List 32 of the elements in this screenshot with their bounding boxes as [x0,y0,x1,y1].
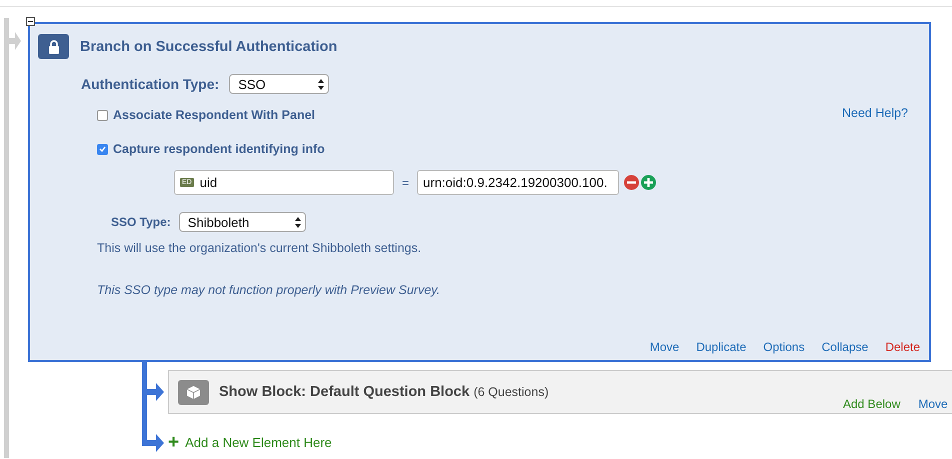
card-action-link[interactable]: Collapse [822,340,868,354]
card-action-link[interactable]: Duplicate [696,340,746,354]
remove-icon[interactable] [624,175,640,190]
sso-warning: This SSO type may not function properly with Preview Survey. [97,283,440,297]
field-name: uid [200,175,218,190]
sso-type-label: SSO Type: [111,215,171,229]
add-icon[interactable] [641,175,656,190]
card-action-link[interactable]: Delete [885,340,920,354]
add-element-link[interactable]: + Add a New Element Here [168,433,952,452]
checkbox[interactable] [97,110,108,120]
sso-type-select[interactable]: Shibboleth [178,212,306,232]
collapse-toggle[interactable] [26,17,35,26]
card-action-link[interactable]: Move [650,340,680,354]
select-arrows-icon [318,78,324,90]
authentication-type-select[interactable]: SSO [229,74,330,94]
authentication-type-label: Authentication Type: [81,76,220,92]
block-action-link[interactable]: Add Below [843,397,900,411]
select-arrows-icon [294,216,301,228]
show-block-title: Show Block: Default Question Block (6 Questions) [219,384,549,400]
cube-icon [178,380,209,404]
equals-sign: = [402,176,410,190]
need-help-link[interactable]: Need Help? [842,106,908,120]
lock-icon [38,34,69,59]
checkbox-label: Capture respondent identifying info [113,142,325,156]
checkbox[interactable] [97,144,108,154]
minus-icon [28,19,33,24]
block-action-link[interactable]: Move [918,397,948,411]
card-action-link[interactable]: Options [763,340,805,354]
attribute-value-field[interactable]: urn:oid:0.9.2342.19200300.100. [417,170,620,195]
branch-title: Branch on Successful Authentication [80,38,338,54]
sso-note: This will use the organization's current Shibboleth settings. [97,241,422,255]
checkbox-label: Associate Respondent With Panel [113,108,316,122]
